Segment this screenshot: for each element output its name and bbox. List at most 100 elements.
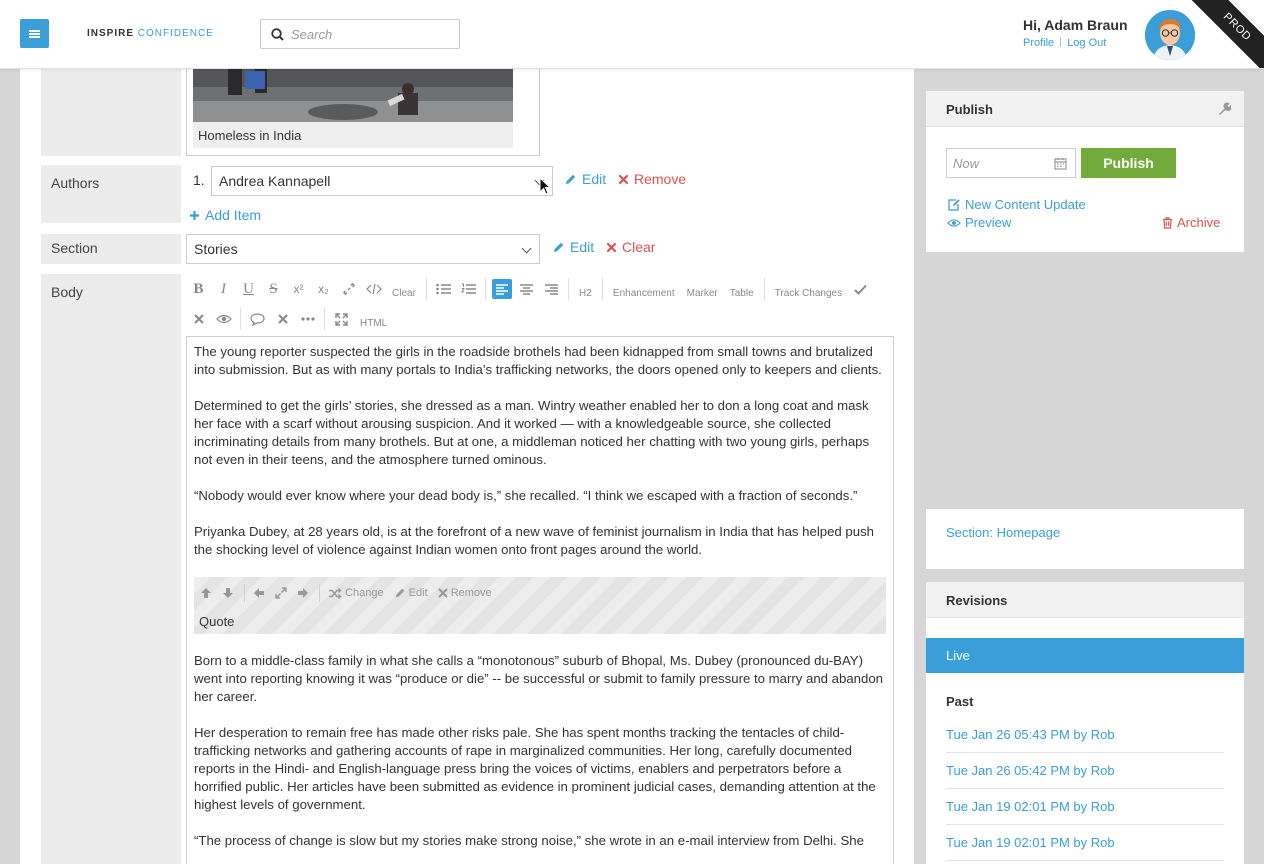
quote-enhancement[interactable]: Change Edit Remove Quote xyxy=(194,577,886,634)
align-left-button[interactable] xyxy=(491,279,512,299)
revision-item[interactable]: Tue Jan 26 05:43 PM by Rob xyxy=(946,717,1224,753)
author-select[interactable]: Andrea Kannapell xyxy=(211,166,553,196)
wrench-icon[interactable] xyxy=(1217,102,1231,116)
edit-square-icon xyxy=(948,199,960,211)
code-button[interactable] xyxy=(361,278,386,300)
enhancement-type-label: Quote xyxy=(199,614,235,629)
section-label: Section xyxy=(41,234,181,264)
divider xyxy=(567,278,569,300)
section-clear-button[interactable]: Clear xyxy=(606,239,655,255)
bullet-list-icon xyxy=(436,283,451,295)
move-up-button[interactable] xyxy=(200,587,212,599)
arrow-left-icon xyxy=(254,588,264,598)
chevron-down-icon xyxy=(521,243,532,254)
eye-icon xyxy=(215,314,232,324)
enhancement-toolbar: Change Edit Remove xyxy=(200,584,502,602)
code-icon xyxy=(365,283,382,295)
align-right-icon xyxy=(544,283,558,295)
section-select[interactable]: Stories xyxy=(186,234,540,264)
profile-link[interactable]: Profile xyxy=(1023,37,1054,49)
clear-format-button[interactable]: Clear xyxy=(386,282,422,304)
top-header: INSPIRE CONFIDENCE Hi, Adam Braun Profil… xyxy=(0,0,1264,69)
archive-label: Archive xyxy=(1177,215,1221,230)
revision-item[interactable]: Tue Jan 26 05:42 PM by Rob xyxy=(946,753,1224,789)
remove-enhancement-button[interactable]: Remove xyxy=(437,584,492,602)
author-name: Andrea Kannapell xyxy=(219,173,331,189)
editor-toolbar: B I U S x² x₂ Clear H2 Enhancement Marke… xyxy=(186,274,873,304)
edit-enhancement-button[interactable]: Edit xyxy=(394,584,428,602)
remove-comment-button[interactable] xyxy=(270,308,295,330)
comment-icon xyxy=(250,312,265,326)
html-button[interactable]: HTML xyxy=(354,312,393,334)
resize-button[interactable] xyxy=(275,587,287,599)
align-center-button[interactable] xyxy=(514,278,539,300)
accept-change-button[interactable] xyxy=(848,278,873,300)
divider xyxy=(1060,37,1062,47)
h2-button[interactable]: H2 xyxy=(573,282,598,304)
divider xyxy=(319,584,320,602)
fullscreen-button[interactable] xyxy=(329,308,354,330)
menu-button[interactable] xyxy=(20,19,49,48)
move-right-button[interactable] xyxy=(297,587,309,599)
revisions-panel-header: Revisions xyxy=(926,582,1244,618)
brand-logo[interactable]: INSPIRE CONFIDENCE xyxy=(87,28,214,39)
preview-link[interactable]: Preview xyxy=(947,215,1011,230)
move-down-button[interactable] xyxy=(222,587,234,599)
revision-item[interactable]: Tue Jan 19 02:01 PM by Rob xyxy=(946,789,1224,825)
logout-link[interactable]: Log Out xyxy=(1067,37,1106,49)
author-remove-button[interactable]: Remove xyxy=(618,171,686,187)
divider xyxy=(324,308,325,330)
search-input[interactable] xyxy=(291,20,451,48)
more-button[interactable] xyxy=(295,308,320,330)
italic-button[interactable]: I xyxy=(211,278,236,300)
revision-item[interactable]: Tue Jan 19 02:01 PM by Rob xyxy=(946,825,1224,861)
add-item-button[interactable]: Add Item xyxy=(189,207,261,223)
lead-image-caption: Homeless in India xyxy=(193,122,513,148)
comment-button[interactable] xyxy=(245,308,270,330)
section-panel: Section: Homepage xyxy=(925,508,1245,570)
reject-change-button[interactable] xyxy=(186,308,211,330)
section-homepage-link[interactable]: Section: Homepage xyxy=(946,525,1060,540)
move-left-button[interactable] xyxy=(253,587,265,599)
numbered-list-icon xyxy=(461,283,476,294)
align-right-button[interactable] xyxy=(539,278,564,300)
publish-date-field xyxy=(946,148,1076,178)
preview-label: Preview xyxy=(965,215,1012,230)
body-paragraph: The young reporter suspected the girls i… xyxy=(194,344,882,377)
revision-live[interactable]: Live xyxy=(926,638,1244,673)
arrow-right-icon xyxy=(298,588,308,598)
archive-link[interactable]: Archive xyxy=(1162,215,1220,230)
table-button[interactable]: Table xyxy=(724,282,760,304)
calendar-icon[interactable] xyxy=(1054,157,1067,170)
bold-button[interactable]: B xyxy=(186,278,211,300)
superscript-button[interactable]: x² xyxy=(286,278,311,300)
avatar[interactable] xyxy=(1145,10,1195,60)
marker-button[interactable]: Marker xyxy=(681,282,724,304)
enhancement-button[interactable]: Enhancement xyxy=(607,282,681,304)
strikethrough-button[interactable]: S xyxy=(261,278,286,300)
new-content-update-link[interactable]: New Content Update xyxy=(947,197,1086,212)
underline-button[interactable]: U xyxy=(236,278,261,300)
body-paragraph: Determined to get the girls’ stories, sh… xyxy=(194,398,870,467)
body-paragraph: “Nobody would ever know where your dead … xyxy=(194,488,858,503)
publish-date-input[interactable] xyxy=(953,149,1053,177)
bullet-list-button[interactable] xyxy=(431,278,456,300)
hamburger-icon xyxy=(29,29,40,38)
new-content-update-label: New Content Update xyxy=(965,197,1086,212)
show-changes-button[interactable] xyxy=(211,308,236,330)
publish-button[interactable]: Publish xyxy=(1081,148,1176,178)
expand-icon xyxy=(275,587,287,599)
lead-image-photo[interactable] xyxy=(193,69,513,122)
author-edit-button[interactable]: Edit xyxy=(564,171,606,187)
revision-past-heading: Past xyxy=(946,694,974,709)
section-edit-button[interactable]: Edit xyxy=(552,239,594,255)
numbered-list-button[interactable] xyxy=(456,278,481,300)
body-editor[interactable]: The young reporter suspected the girls i… xyxy=(186,336,894,864)
subscript-button[interactable]: x₂ xyxy=(311,278,336,300)
track-changes-button[interactable]: Track Changes xyxy=(769,282,848,304)
change-label: Change xyxy=(345,587,384,599)
close-icon xyxy=(193,314,204,324)
link-button[interactable] xyxy=(336,278,361,300)
eye-icon xyxy=(947,218,961,227)
change-enhancement-button[interactable]: Change xyxy=(328,584,384,602)
